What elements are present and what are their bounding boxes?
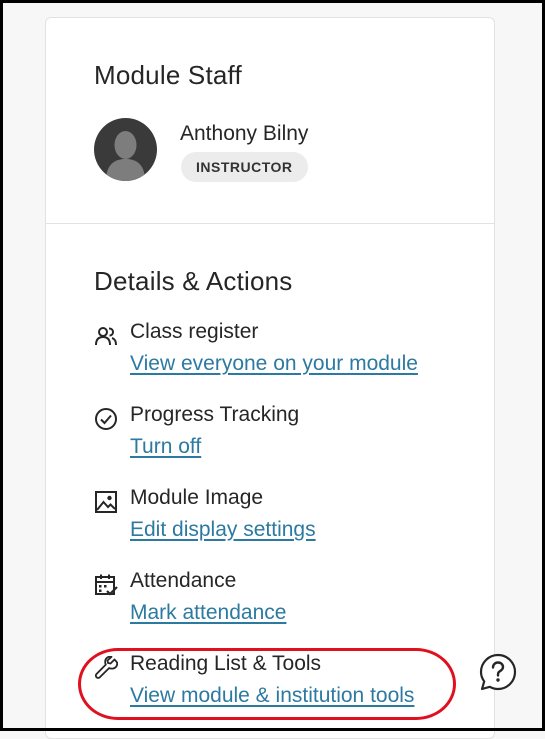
check-circle-icon — [95, 408, 117, 430]
view-module-tools-link[interactable]: View module & institution tools — [130, 684, 414, 708]
action-label: Class register — [130, 320, 259, 343]
details-actions-heading: Details & Actions — [94, 266, 293, 296]
image-icon — [95, 491, 117, 513]
mark-attendance-link[interactable]: Mark attendance — [130, 601, 286, 625]
avatar — [94, 118, 157, 181]
turn-off-link[interactable]: Turn off — [130, 435, 201, 459]
user-silhouette-icon — [106, 131, 145, 181]
help-button[interactable] — [479, 653, 517, 691]
action-label: Reading List & Tools — [130, 652, 322, 675]
module-sidebar-card: Module Staff Anthony Bilny INSTRUCTOR De… — [45, 17, 495, 739]
action-label: Attendance — [130, 569, 237, 592]
calendar-check-icon — [95, 574, 118, 596]
action-label: Progress Tracking — [130, 403, 300, 426]
view-everyone-link[interactable]: View everyone on your module — [130, 352, 418, 376]
people-icon — [95, 327, 117, 346]
help-icon — [479, 653, 517, 691]
role-badge: INSTRUCTOR — [181, 152, 308, 182]
wrench-icon — [94, 656, 118, 679]
section-divider — [46, 223, 494, 224]
staff-name[interactable]: Anthony Bilny — [180, 122, 308, 146]
edit-display-settings-link[interactable]: Edit display settings — [130, 518, 316, 542]
module-staff-heading: Module Staff — [94, 60, 242, 90]
action-label: Module Image — [130, 486, 264, 509]
